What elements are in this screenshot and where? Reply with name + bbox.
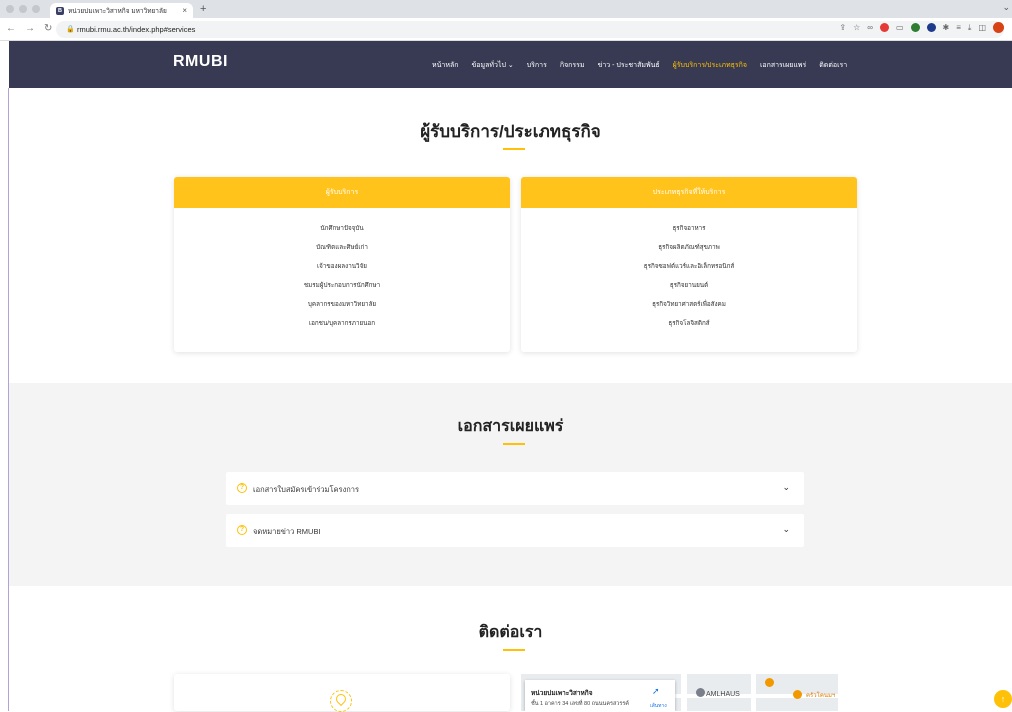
main-menu: หน้าหลัก ข้อมูลทั่วไป ⌄ บริการ กิจกรรม ข… bbox=[432, 60, 847, 71]
back-arrow-icon[interactable]: ← bbox=[6, 23, 16, 34]
browser-tab[interactable]: B หน่วยบ่มเพาะวิสาหกิจ มหาวิทยาลัย × bbox=[50, 3, 193, 18]
profile-avatar[interactable] bbox=[993, 22, 1004, 33]
window-controls[interactable] bbox=[6, 5, 40, 13]
clients-list: นักศึกษาปัจจุบัน บัณฑิตและศิษย์เก่า เจ้า… bbox=[174, 219, 510, 333]
clients-card-header: ผู้รับบริการ bbox=[174, 177, 510, 208]
extension-record-icon[interactable] bbox=[879, 23, 889, 32]
menu-item-activities[interactable]: กิจกรรม bbox=[560, 60, 585, 71]
lock-icon: 🔒 bbox=[66, 26, 75, 33]
favicon-icon: B bbox=[56, 6, 64, 15]
faq-item-application-form[interactable]: ? เอกสารใบสมัครเข้าร่วมโครงการ ⌄ bbox=[226, 472, 804, 505]
list-item: เจ้าของผลงานวิจัย bbox=[317, 263, 367, 270]
site-logo[interactable]: RMUBI bbox=[173, 53, 228, 71]
nearby-place-label-2: ครัวโคนมฯ bbox=[806, 693, 836, 699]
menu-item-contact[interactable]: ติดต่อเรา bbox=[819, 60, 847, 71]
menu-item-news[interactable]: ข่าว - ประชาสัมพันธ์ bbox=[598, 60, 660, 71]
extension-badge-icon[interactable] bbox=[926, 23, 936, 32]
list-item: ธุรกิจวิทยาศาสตร์เพื่อสังคม bbox=[652, 301, 726, 308]
restaurant-marker-icon bbox=[765, 678, 774, 687]
menu-item-services[interactable]: บริการ bbox=[527, 60, 547, 71]
extension-icon[interactable]: ∞ bbox=[867, 23, 873, 32]
menu-item-clients[interactable]: ผู้รับบริการ/ประเภทธุรกิจ bbox=[673, 60, 747, 71]
business-types-card: ประเภทธุรกิจที่ให้บริการ ธุรกิจอาหาร ธุร… bbox=[521, 177, 857, 352]
list-item: ธุรกิจอาหาร bbox=[672, 225, 706, 232]
scroll-to-top-button[interactable]: ↑ bbox=[994, 690, 1012, 708]
contact-title-underline bbox=[503, 649, 525, 651]
map-info-box: หน่วยบ่มเพาะวิสาหกิจ ชั้น 1 อาคาร 34 เลข… bbox=[525, 680, 675, 711]
extension-chat-icon[interactable]: ▭ bbox=[896, 23, 904, 32]
restaurant-marker-icon bbox=[793, 690, 802, 699]
new-tab-button[interactable]: + bbox=[200, 3, 206, 15]
documents-title: เอกสารเผยแพร่ bbox=[457, 418, 564, 435]
place-marker-icon bbox=[696, 688, 705, 697]
list-item: บัณฑิตและศิษย์เก่า bbox=[316, 244, 368, 251]
services-title: ผู้รับบริการ/ประเภทธุรกิจ bbox=[420, 122, 601, 141]
list-item: ธุรกิจผลิตภัณฑ์สุขภาพ bbox=[658, 244, 720, 251]
faq-label: เอกสารใบสมัครเข้าร่วมโครงการ bbox=[253, 485, 360, 494]
url-text: rmubi.rmu.ac.th/index.php#services bbox=[77, 25, 196, 34]
list-item: บุคลากรของมหาวิทยาลัย bbox=[307, 301, 377, 308]
address-bar-row: ← → ↻ 🔒 rmubi.rmu.ac.th/index.php#servic… bbox=[0, 18, 1012, 41]
documents-title-underline bbox=[503, 443, 525, 445]
menu-item-general-info[interactable]: ข้อมูลทั่วไป ⌄ bbox=[471, 60, 513, 71]
map-place-address: ชั้น 1 อาคาร 34 เลขที่ 80 ถนนนครสวรรค์ bbox=[531, 701, 629, 707]
clients-card: ผู้รับบริการ นักศึกษาปัจจุบัน บัณฑิตและศ… bbox=[174, 177, 510, 352]
reload-icon[interactable]: ↻ bbox=[44, 23, 52, 34]
site-navbar: RMUBI หน้าหลัก ข้อมูลทั่วไป ⌄ บริการ กิจ… bbox=[9, 41, 1012, 88]
directions-icon[interactable]: ➚ bbox=[652, 686, 660, 697]
tab-search-chevron-icon[interactable]: ⌄ bbox=[1002, 2, 1010, 13]
embedded-map[interactable]: AMLHAUS ครัวโคนมฯ หน่วยบ่มเพาะวิสาหกิจ ช… bbox=[521, 674, 838, 711]
faq-item-newsletter[interactable]: ? จดหมายข่าว RMUBI ⌄ bbox=[226, 514, 804, 547]
browser-tab-bar: B หน่วยบ่มเพาะวิสาหกิจ มหาวิทยาลัย × + ⌄ bbox=[0, 0, 1012, 18]
reading-list-icon[interactable]: ≡ bbox=[956, 23, 961, 32]
bookmark-star-icon[interactable]: ☆ bbox=[853, 23, 860, 32]
menu-item-documents[interactable]: เอกสารเผยแพร่ bbox=[760, 60, 806, 71]
sidebar-icon[interactable]: ◫ bbox=[978, 23, 986, 32]
list-item: นักศึกษาปัจจุบัน bbox=[320, 225, 364, 232]
share-icon[interactable]: ⇪ bbox=[839, 23, 846, 32]
chevron-down-icon[interactable]: ⌄ bbox=[782, 482, 790, 493]
list-item: ชมรมผู้ประกอบการนักศึกษา bbox=[303, 282, 381, 289]
tab-title: หน่วยบ่มเพาะวิสาหกิจ มหาวิทยาลัย bbox=[68, 7, 167, 15]
menu-item-home[interactable]: หน้าหลัก bbox=[432, 60, 458, 71]
map-place-name: หน่วยบ่มเพาะวิสาหกิจ bbox=[531, 690, 593, 697]
contact-title: ติดต่อเรา bbox=[478, 624, 543, 641]
list-item: เอกชน/บุคลากรภายนอก bbox=[308, 320, 376, 327]
close-tab-icon[interactable]: × bbox=[182, 6, 187, 15]
directions-label[interactable]: เส้นทาง bbox=[650, 702, 667, 710]
forward-arrow-icon[interactable]: → bbox=[25, 23, 35, 34]
extension-leaf-icon[interactable] bbox=[910, 23, 920, 32]
list-item: ธุรกิจยานยนต์ bbox=[669, 282, 709, 289]
business-types-card-header: ประเภทธุรกิจที่ให้บริการ bbox=[521, 177, 857, 208]
business-types-list: ธุรกิจอาหาร ธุรกิจผลิตภัณฑ์สุขภาพ ธุรกิจ… bbox=[521, 219, 857, 333]
chevron-down-icon[interactable]: ⌄ bbox=[782, 524, 790, 535]
nearby-place-label: AMLHAUS bbox=[706, 691, 740, 698]
services-title-underline bbox=[503, 148, 525, 150]
download-icon[interactable]: ⤓ bbox=[968, 23, 972, 33]
question-circle-icon: ? bbox=[237, 525, 247, 535]
extensions-bar: ⇪ ☆ ∞ ▭ ✱ ≡ ⤓ ◫ bbox=[839, 22, 1004, 33]
faq-label: จดหมายข่าว RMUBI bbox=[253, 527, 321, 536]
list-item: ธุรกิจโลจิสติกส์ bbox=[668, 320, 710, 327]
puzzle-icon[interactable]: ✱ bbox=[943, 23, 950, 32]
map-pin-icon bbox=[330, 690, 352, 712]
question-circle-icon: ? bbox=[237, 483, 247, 493]
list-item: ธุรกิจซอฟต์แวร์และอิเล็กทรอนิกส์ bbox=[643, 263, 735, 270]
